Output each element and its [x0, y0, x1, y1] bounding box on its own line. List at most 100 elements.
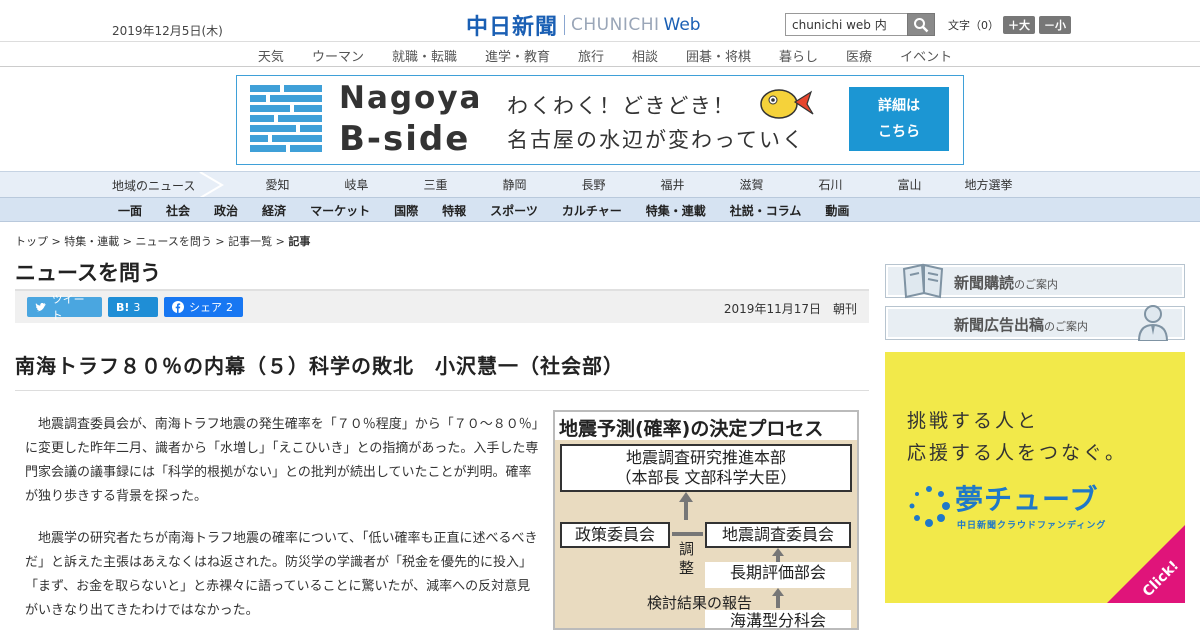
- tweet-button[interactable]: ツイート: [27, 293, 102, 322]
- topnav-item[interactable]: 相談: [632, 46, 658, 66]
- section-item[interactable]: 経済: [262, 202, 286, 219]
- topnav-item[interactable]: 天気: [258, 46, 284, 66]
- topnav-item[interactable]: 旅行: [578, 46, 604, 66]
- subscribe-label-main: 新聞購読: [954, 274, 1015, 292]
- region-item[interactable]: 富山: [870, 176, 949, 193]
- logo-japanese: 中日新聞: [466, 14, 559, 40]
- topnav-item[interactable]: 囲碁・将棋: [686, 46, 751, 66]
- topnav-item[interactable]: 医療: [846, 46, 872, 66]
- figure-box-policy-committee: 政策委員会: [560, 522, 670, 548]
- font-smaller-button[interactable]: －小: [1039, 16, 1071, 34]
- breadcrumb-item[interactable]: トップ: [15, 235, 48, 248]
- share-bar: ツイート B! 3 シェア 2 2019年11月17日 朝刊: [15, 289, 869, 323]
- facebook-share-label: シェア: [189, 301, 222, 314]
- region-item[interactable]: 地方選挙: [949, 176, 1028, 193]
- topnav-item[interactable]: 進学・教育: [485, 46, 550, 66]
- banner-cta-line-1: 詳細は: [878, 98, 920, 114]
- region-item[interactable]: 長野: [554, 176, 633, 193]
- breadcrumb-item[interactable]: 特集・連載: [64, 235, 119, 248]
- banner-details-button[interactable]: 詳細は こちら: [849, 87, 949, 151]
- region-item[interactable]: 愛知: [238, 176, 317, 193]
- banner-title-2: B-side: [339, 119, 471, 159]
- fried-shrimp-mascot-icon: [760, 89, 814, 119]
- article-headline: 南海トラフ８０％の内幕（５）科学の敗北 小沢慧一（社会部）: [15, 354, 624, 378]
- breadcrumb-separator: >: [122, 235, 132, 248]
- breadcrumb-separator: >: [215, 235, 225, 248]
- dots-logo-icon: [909, 486, 950, 527]
- subscribe-label-sub: のご案内: [1014, 278, 1059, 291]
- font-larger-button[interactable]: ＋大: [1003, 16, 1035, 34]
- divider: [15, 390, 869, 391]
- region-item[interactable]: 福井: [633, 176, 712, 193]
- ad-placement-label: 新聞広告出稿のご案内: [954, 314, 1088, 335]
- region-nav-label: 地域のニュース: [112, 179, 196, 193]
- hatena-bookmark-icon: B!: [116, 300, 130, 314]
- brick-wall-icon: [250, 85, 322, 153]
- banner-title-1: Nagoya: [339, 80, 483, 116]
- region-item[interactable]: 石川: [791, 176, 870, 193]
- section-item[interactable]: スポーツ: [490, 202, 538, 219]
- topnav-item[interactable]: 暮らし: [779, 46, 818, 66]
- banner-cta-line-2: こちら: [878, 124, 920, 140]
- section-item[interactable]: 特報: [442, 202, 466, 219]
- hatena-count: 3: [133, 300, 141, 314]
- section-item[interactable]: 一面: [118, 202, 142, 219]
- article-body: 地震調査委員会が、南海トラフ地震の発生確率を「７０％程度」から「７０～８０％」に…: [25, 413, 543, 641]
- section-item[interactable]: 国際: [394, 202, 418, 219]
- process-diagram-figure[interactable]: 地震予測(確率)の決定プロセス 地震調査研究推進本部 （本部長 文部科学大臣） …: [553, 410, 859, 630]
- search-input[interactable]: [785, 13, 907, 36]
- logo-divider: [564, 15, 566, 35]
- section-item[interactable]: 社説・コラム: [730, 202, 802, 219]
- chevron-right-icon: [199, 172, 224, 198]
- topnav-item[interactable]: イベント: [900, 46, 952, 66]
- ad-placement-info-button[interactable]: 新聞広告出稿のご案内: [885, 305, 1185, 341]
- section-title: ニュースを問う: [15, 261, 161, 285]
- twitter-icon: [35, 302, 47, 311]
- promo-line-1: 挑戦する人と: [907, 410, 1040, 432]
- promo-logo: 夢チューブ: [955, 483, 1099, 516]
- section-item[interactable]: 動画: [825, 202, 849, 219]
- breadcrumb: トップ > 特集・連載 > ニュースを問う > 記事一覧 > 記事: [15, 233, 310, 249]
- current-date: 2019年12月5日(木): [112, 24, 223, 38]
- ad-placement-label-sub: のご案内: [1044, 320, 1089, 333]
- top-nav: 天気 ウーマン 就職・転職 進学・教育 旅行 相談 囲碁・将棋 暮らし 医療 イ…: [0, 42, 1200, 67]
- section-item[interactable]: カルチャー: [562, 202, 622, 219]
- topnav-item[interactable]: ウーマン: [312, 46, 364, 66]
- nagoya-bside-banner[interactable]: Nagoya B-side わくわく！どきどき！ 名古屋の水辺が変わっていく 詳…: [236, 75, 964, 165]
- article-paragraph: 地震調査委員会が、南海トラフ地震の発生確率を「７０％程度」から「７０～８０％」に…: [25, 417, 539, 504]
- section-item[interactable]: マーケット: [310, 202, 370, 219]
- facebook-share-count: 2: [226, 300, 233, 314]
- region-item[interactable]: 岐阜: [317, 176, 396, 193]
- figure-box-earthquake-committee: 地震調査委員会: [705, 522, 851, 548]
- search-button[interactable]: [907, 13, 935, 36]
- hatena-bookmark-button[interactable]: B! 3: [108, 297, 158, 317]
- site-logo[interactable]: 中日新聞 CHUNICHI Web: [466, 9, 701, 41]
- figure-box-trough-subcommittee: 海溝型分科会: [705, 610, 851, 628]
- article-paragraph: 地震学の研究者たちが南海トラフ地震の確率について、「低い確率も正直に述べるべきだ…: [25, 531, 538, 618]
- banner-line-2: 名古屋の水辺が変わっていく: [507, 128, 805, 152]
- region-item[interactable]: 三重: [396, 176, 475, 193]
- site-header: 2019年12月5日(木) 中日新聞 CHUNICHI Web 文字（0） ＋大…: [0, 0, 1200, 42]
- region-item[interactable]: 静岡: [475, 176, 554, 193]
- publish-date: 2019年11月17日 朝刊: [723, 302, 857, 316]
- banner-line-1: わくわく！どきどき！: [507, 94, 736, 118]
- section-item[interactable]: 特集・連載: [646, 202, 706, 219]
- region-item[interactable]: 滋賀: [712, 176, 791, 193]
- breadcrumb-separator: >: [51, 235, 61, 248]
- breadcrumb-current: 記事: [288, 235, 311, 248]
- promo-subtitle: 中日新聞クラウドファンディング: [957, 521, 1107, 531]
- breadcrumb-item[interactable]: 記事一覧: [228, 235, 272, 248]
- subscribe-info-button[interactable]: 新聞購読のご案内: [885, 263, 1185, 299]
- businessperson-icon: [1137, 305, 1169, 341]
- site-search: [785, 13, 935, 36]
- yume-tube-crowdfunding-ad[interactable]: 挑戦する人と 応援する人をつなぐ。 夢チューブ 中日新聞クラウドファンディング …: [885, 352, 1185, 603]
- figure-adjust-label: 調整: [679, 540, 695, 577]
- newspaper-icon: [902, 263, 944, 299]
- section-item[interactable]: 政治: [214, 202, 238, 219]
- section-item[interactable]: 社会: [166, 202, 190, 219]
- figure-box-long-term-subcommittee: 長期評価部会: [705, 562, 851, 588]
- topnav-item[interactable]: 就職・転職: [392, 46, 457, 66]
- facebook-share-button[interactable]: シェア 2: [164, 297, 243, 317]
- ad-placement-label-main: 新聞広告出稿: [954, 316, 1045, 334]
- breadcrumb-item[interactable]: ニュースを問う: [135, 235, 211, 248]
